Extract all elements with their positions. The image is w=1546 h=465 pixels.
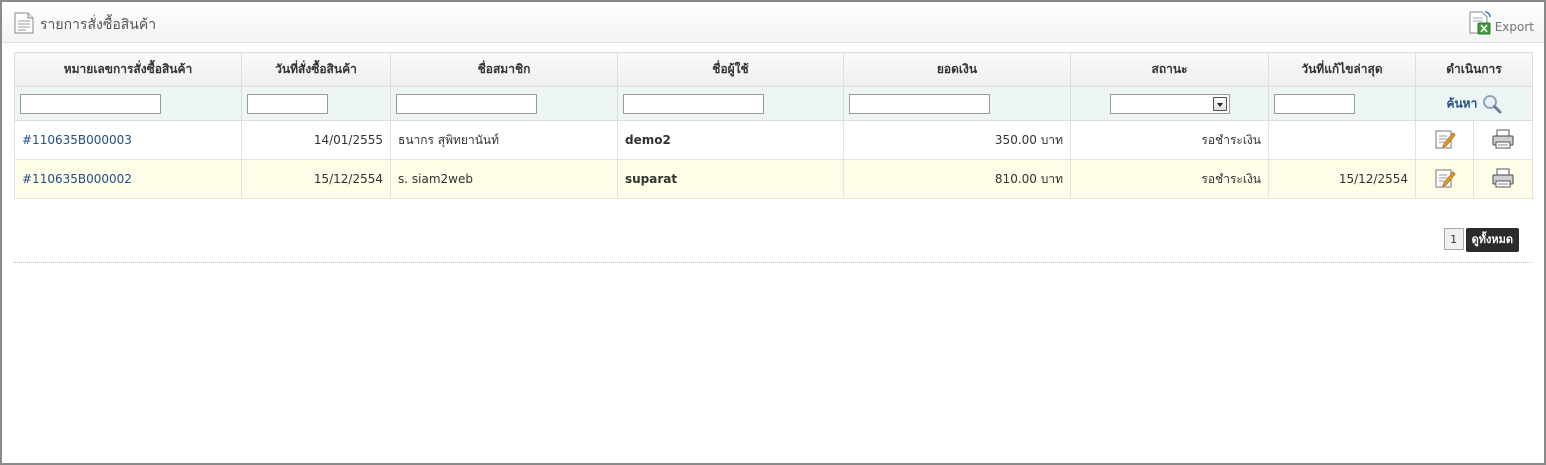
export-label: Export	[1494, 20, 1534, 34]
column-header-amount[interactable]: ยอดเงิน	[843, 52, 1071, 87]
filter-cell	[14, 86, 242, 121]
status-filter-select[interactable]	[1109, 93, 1230, 114]
search-button[interactable]: ค้นหา	[1415, 86, 1533, 121]
amount-cell: 810.00 บาท	[843, 159, 1071, 199]
username-cell: suparat	[617, 159, 844, 199]
orders-table-wrapper: หมายเลขการสั่งซื้อสินค้า วันที่สั่งซื้อส…	[14, 52, 1533, 199]
order-date-filter-input[interactable]	[247, 93, 328, 114]
filter-cell	[241, 86, 391, 121]
pagination: 1 ดูทั้งหมด	[1443, 228, 1519, 252]
divider	[14, 262, 1532, 263]
filter-cell	[1268, 86, 1416, 121]
table-row: #110635B000003 14/01/2555 ธนากร สุพิทยาน…	[14, 120, 1533, 160]
search-label: ค้นหา	[1446, 96, 1478, 110]
username-filter-input[interactable]	[623, 93, 764, 114]
order-no-filter-input[interactable]	[20, 93, 161, 114]
status-cell: รอชำระเงิน	[1070, 159, 1269, 199]
magnifier-icon	[1482, 94, 1502, 113]
order-date-cell: 14/01/2555	[241, 120, 391, 160]
edit-action-cell	[1415, 159, 1474, 199]
view-all-button[interactable]: ดูทั้งหมด	[1465, 228, 1519, 252]
order-no-cell: #110635B000002	[14, 159, 242, 199]
excel-export-icon	[1469, 11, 1491, 35]
column-header-order-date[interactable]: วันที่สั่งซื้อสินค้า	[241, 52, 391, 87]
printer-icon[interactable]	[1491, 167, 1515, 189]
member-name-cell: s. siam2web	[390, 159, 618, 199]
print-action-cell	[1473, 159, 1533, 199]
printer-icon[interactable]	[1491, 128, 1515, 150]
export-button[interactable]: Export	[1467, 10, 1534, 36]
amount-cell: 350.00 บาท	[843, 120, 1071, 160]
member-name-filter-input[interactable]	[396, 93, 537, 114]
filter-cell	[390, 86, 618, 121]
table-row: #110635B000002 15/12/2554 s. siam2web su…	[14, 159, 1533, 199]
edit-action-cell	[1415, 120, 1474, 160]
order-link[interactable]: #110635B000003	[22, 133, 132, 147]
filter-cell	[617, 86, 844, 121]
status-cell: รอชำระเงิน	[1070, 120, 1269, 160]
dropdown-arrow-icon	[1212, 96, 1227, 111]
title-bar: รายการสั่งซื้อสินค้า Export	[2, 2, 1544, 43]
column-header-status[interactable]: สถานะ	[1070, 52, 1269, 87]
document-icon	[14, 12, 34, 34]
username-cell: demo2	[617, 120, 844, 160]
edit-icon[interactable]	[1434, 167, 1456, 189]
member-name-cell: ธนากร สุพิทยานันท์	[390, 120, 618, 160]
filter-row: ค้นหา	[14, 86, 1533, 121]
main-panel: รายการสั่งซื้อสินค้า Export หมายเลขการสั…	[0, 0, 1546, 465]
column-header-order-no[interactable]: หมายเลขการสั่งซื้อสินค้า	[14, 52, 242, 87]
page-number-button[interactable]: 1	[1443, 228, 1464, 250]
column-header-actions: ดำเนินการ	[1415, 52, 1533, 87]
column-header-member-name[interactable]: ชื่อสมาชิก	[390, 52, 618, 87]
edit-icon[interactable]	[1434, 128, 1456, 150]
table-header-row: หมายเลขการสั่งซื้อสินค้า วันที่สั่งซื้อส…	[14, 52, 1533, 87]
order-link[interactable]: #110635B000002	[22, 172, 132, 186]
page-title: รายการสั่งซื้อสินค้า	[40, 17, 157, 33]
column-header-last-modified[interactable]: วันที่แก้ไขล่าสุด	[1268, 52, 1416, 87]
order-date-cell: 15/12/2554	[241, 159, 391, 199]
order-no-cell: #110635B000003	[14, 120, 242, 160]
column-header-username[interactable]: ชื่อผู้ใช้	[617, 52, 844, 87]
orders-table: หมายเลขการสั่งซื้อสินค้า วันที่สั่งซื้อส…	[14, 52, 1533, 199]
last-modified-filter-input[interactable]	[1274, 93, 1355, 114]
filter-cell	[1070, 86, 1269, 121]
print-action-cell	[1473, 120, 1533, 160]
last-modified-cell	[1268, 120, 1416, 160]
last-modified-cell: 15/12/2554	[1268, 159, 1416, 199]
amount-filter-input[interactable]	[849, 93, 990, 114]
filter-cell	[843, 86, 1071, 121]
